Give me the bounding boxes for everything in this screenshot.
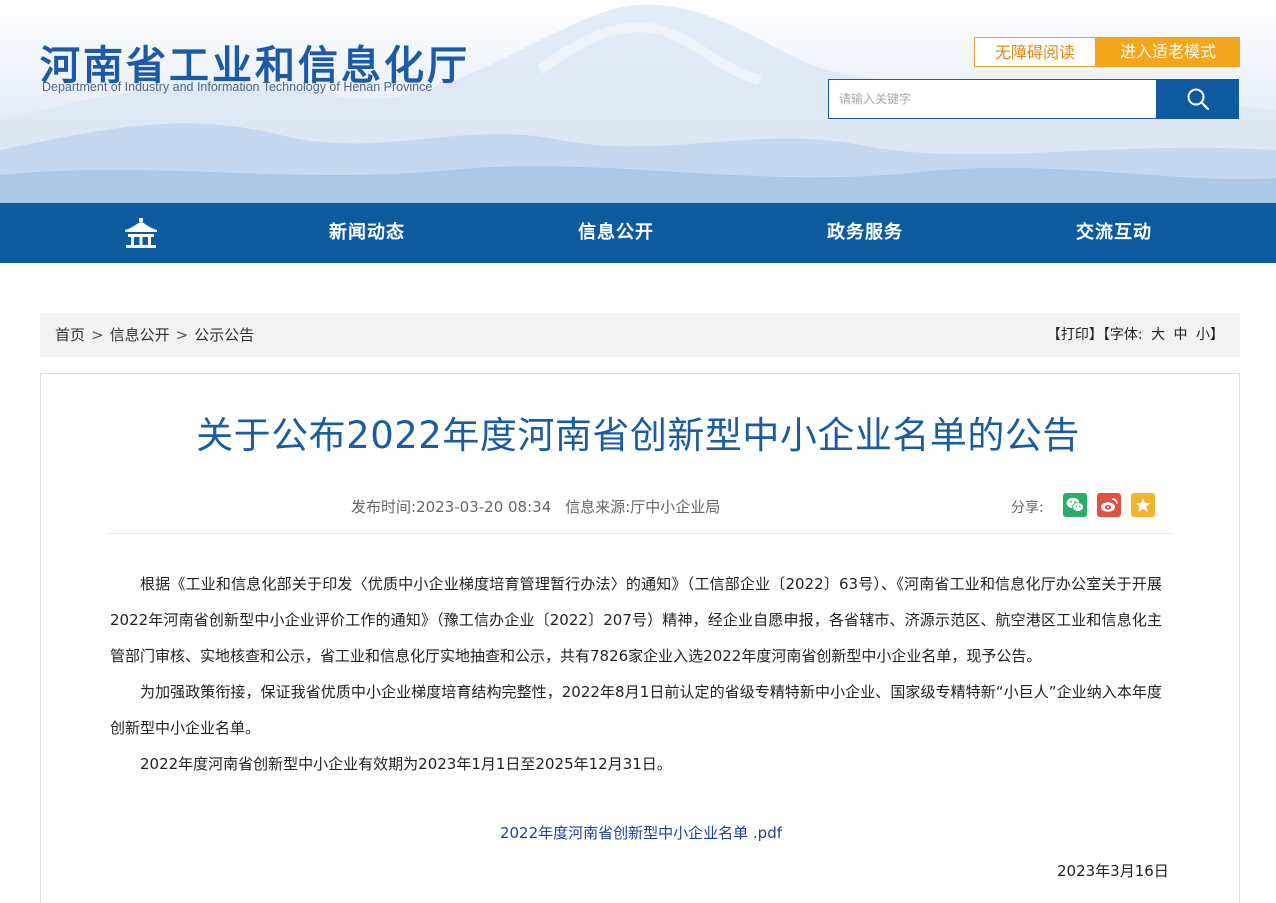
meta-divider <box>106 533 1174 534</box>
share-label: 分享: <box>1011 500 1044 516</box>
publish-time: 2023-03-20 08:34 <box>416 498 552 516</box>
breadcrumb-bar: 首页 > 信息公开 > 公示公告 【打印】【字体: 大 中 小】 <box>40 313 1240 357</box>
breadcrumb-separator: > <box>175 326 189 344</box>
article-title: 关于公布2022年度河南省创新型中小企业名单的公告 <box>196 414 1080 457</box>
nav-item-news[interactable]: 新闻动态 <box>307 203 427 263</box>
article-date: 2023年3月16日 <box>1057 862 1169 880</box>
site-subtitle: Department of Industry and Information T… <box>42 80 433 94</box>
attachment-link[interactable]: 2022年度河南省创新型中小企业名单 .pdf <box>0 822 1276 843</box>
breadcrumb: 首页 > 信息公开 > 公示公告 <box>55 313 254 357</box>
print-button[interactable]: 【打印】 <box>1047 327 1103 343</box>
breadcrumb-notice[interactable]: 公示公告 <box>194 326 254 344</box>
article-body: 根据《工业和信息化部关于印发〈优质中小企业梯度培育管理暂行办法〉的通知》（工信部… <box>110 566 1162 782</box>
nav-home-button[interactable] <box>118 215 164 251</box>
publish-time-label: 发布时间: <box>351 498 417 516</box>
weibo-share-button[interactable] <box>1097 493 1121 517</box>
source-value: 厅中小企业局 <box>630 498 721 516</box>
font-medium-button[interactable]: 中 <box>1174 327 1188 343</box>
nav-item-interaction[interactable]: 交流互动 <box>1054 203 1174 263</box>
article-meta: 发布时间:2023-03-20 08:34 信息来源:厅中小企业局 <box>351 496 720 517</box>
font-small-button[interactable]: 小 <box>1196 327 1210 343</box>
elder-mode-button[interactable]: 进入适老模式 <box>1096 37 1240 67</box>
article-tools: 【打印】【字体: 大 中 小】 <box>1047 313 1224 357</box>
source-label: 信息来源: <box>565 498 631 516</box>
accessible-reading-button[interactable]: 无障碍阅读 <box>974 37 1096 67</box>
article-paragraph: 2022年度河南省创新型中小企业有效期为2023年1月1日至2025年12月31… <box>140 755 672 773</box>
nav-item-info-disclosure[interactable]: 信息公开 <box>556 203 676 263</box>
font-size-label: 【字体: <box>1102 327 1143 343</box>
wechat-icon <box>1066 497 1084 512</box>
search-icon <box>1187 88 1209 111</box>
breadcrumb-separator: > <box>91 326 104 344</box>
search-input[interactable] <box>828 79 1156 119</box>
article-paragraph: 为加强政策衔接，保证我省优质中小企业梯度培育结构完整性，2022年8月1日前认定… <box>110 683 1162 737</box>
favorite-share-button[interactable] <box>1131 493 1155 517</box>
wechat-share-button[interactable] <box>1063 493 1087 517</box>
breadcrumb-info-disclosure[interactable]: 信息公开 <box>110 326 170 344</box>
nav-item-government-services[interactable]: 政务服务 <box>805 203 925 263</box>
font-size-suffix: 】 <box>1210 327 1224 343</box>
search-button[interactable] <box>1156 79 1239 119</box>
weibo-icon <box>1101 498 1118 512</box>
article-paragraph: 根据《工业和信息化部关于印发〈优质中小企业梯度培育管理暂行办法〉的通知》（工信部… <box>110 575 1162 665</box>
star-icon <box>1135 498 1151 512</box>
pavilion-home-icon <box>125 218 157 248</box>
main-nav: 新闻动态 信息公开 政务服务 交流互动 <box>0 203 1276 263</box>
breadcrumb-home[interactable]: 首页 <box>55 326 85 344</box>
font-large-button[interactable]: 大 <box>1151 327 1165 343</box>
